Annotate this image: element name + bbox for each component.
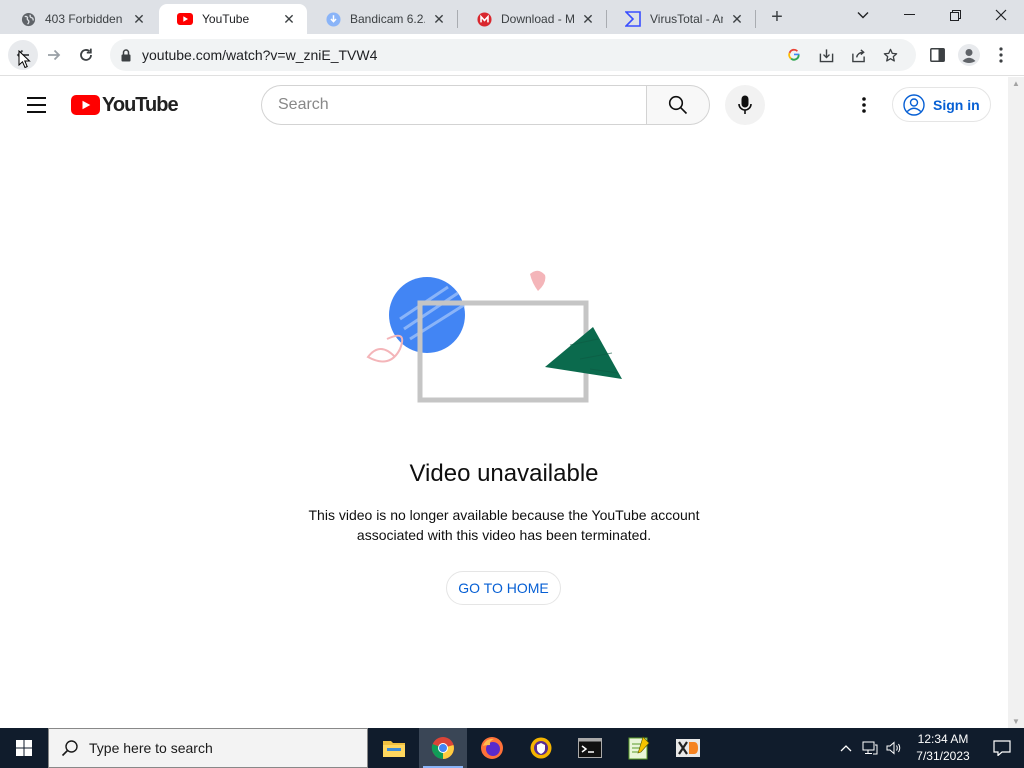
close-icon[interactable]: ✕ — [729, 11, 745, 27]
tab-title: Download - MEG — [501, 12, 574, 26]
tab-title: Bandicam 6.2.0. — [350, 12, 425, 26]
tab-strip: 403 Forbidden ✕ YouTube ✕ Bandicam 6.2.0… — [0, 0, 1024, 34]
youtube-play-icon — [71, 95, 100, 115]
taskbar-clock[interactable]: 12:34 AM 7/31/2023 — [906, 731, 980, 765]
network-icon[interactable] — [858, 741, 882, 755]
sign-in-label: Sign in — [933, 96, 980, 113]
more-vert-icon — [862, 97, 866, 113]
window-controls — [840, 0, 1024, 30]
url-text: youtube.com/watch?v=w_zniE_TVW4 — [142, 47, 378, 63]
sign-in-button[interactable]: Sign in — [892, 87, 991, 122]
address-bar[interactable]: youtube.com/watch?v=w_zniE_TVW4 — [110, 39, 916, 71]
share-icon[interactable] — [842, 39, 874, 71]
download-favicon — [325, 11, 341, 27]
forward-button[interactable] — [39, 40, 69, 70]
account-circle-icon — [903, 93, 925, 116]
tab-separator — [755, 10, 756, 28]
taskbar-file-explorer[interactable] — [370, 728, 418, 768]
taskbar-chrome[interactable] — [419, 728, 467, 768]
mega-favicon — [476, 11, 492, 27]
error-message: This video is no longer available becaus… — [308, 507, 700, 543]
search-input[interactable] — [278, 96, 647, 114]
taskbar-search-placeholder: Type here to search — [89, 740, 213, 756]
folder-icon — [383, 741, 405, 757]
tab-bandicam[interactable]: Bandicam 6.2.0. ✕ — [307, 4, 457, 34]
xampp-icon — [676, 739, 700, 757]
taskbar-xampp[interactable] — [664, 728, 712, 768]
search-icon — [668, 95, 688, 115]
microphone-icon — [738, 95, 752, 114]
firefox-icon — [481, 737, 503, 759]
taskbar-notepad-app[interactable] — [615, 728, 663, 768]
close-icon[interactable]: ✕ — [131, 11, 147, 27]
chrome-menu-button[interactable] — [986, 40, 1016, 70]
clock-date: 7/31/2023 — [916, 749, 970, 763]
taskbar-firefox[interactable] — [468, 728, 516, 768]
side-panel-button[interactable] — [922, 40, 952, 70]
lock-icon[interactable] — [110, 48, 142, 62]
clock-time: 12:34 AM — [917, 732, 969, 746]
virustotal-favicon — [625, 11, 641, 27]
tab-youtube[interactable]: YouTube ✕ — [159, 4, 307, 34]
tab-search-chevron-icon[interactable] — [840, 0, 886, 30]
youtube-page: YouTube Sign in Video unavailable This v… — [0, 77, 1008, 728]
close-icon[interactable]: ✕ — [431, 11, 447, 27]
new-tab-button[interactable]: + — [765, 6, 789, 28]
taskbar-brave[interactable] — [517, 728, 565, 768]
pink-squiggle-shape — [366, 334, 404, 363]
pink-leaf-shape — [530, 270, 546, 291]
scroll-down-arrow-icon[interactable]: ▼ — [1012, 717, 1020, 726]
start-button[interactable] — [0, 728, 48, 768]
close-icon[interactable]: ✕ — [281, 11, 297, 27]
taskbar-search-box[interactable]: Type here to search — [48, 728, 368, 768]
restore-button[interactable] — [932, 0, 978, 30]
tab-title: 403 Forbidden — [45, 12, 123, 26]
bookmark-star-icon[interactable] — [874, 39, 906, 71]
scroll-up-arrow-icon[interactable]: ▲ — [1012, 79, 1020, 88]
youtube-logo[interactable]: YouTube — [71, 93, 179, 116]
system-tray: 12:34 AM 7/31/2023 — [834, 728, 1024, 768]
search-icon — [61, 740, 78, 757]
minimize-button[interactable] — [886, 0, 932, 30]
browser-toolbar: youtube.com/watch?v=w_zniE_TVW4 — [0, 34, 1024, 76]
search-button[interactable] — [646, 85, 710, 125]
youtube-wordmark: YouTube — [102, 93, 179, 116]
windows-logo-icon — [16, 740, 32, 756]
error-title: Video unavailable — [409, 460, 599, 487]
chrome-icon — [431, 737, 454, 759]
tab-mega[interactable]: Download - MEG ✕ — [458, 4, 606, 34]
close-icon[interactable]: ✕ — [580, 11, 596, 27]
tab-title: YouTube — [202, 12, 250, 26]
go-to-home-button[interactable]: GO TO HOME — [446, 571, 561, 605]
tab-title: VirusTotal - Ana — [650, 12, 723, 26]
profile-avatar[interactable] — [954, 40, 984, 70]
vpn-shield-icon — [530, 737, 552, 759]
tab-403-forbidden[interactable]: 403 Forbidden ✕ — [2, 4, 157, 34]
chevron-up-icon[interactable] — [834, 744, 858, 752]
tab-virustotal[interactable]: VirusTotal - Ana ✕ — [607, 4, 755, 34]
youtube-favicon — [177, 11, 193, 27]
volume-icon[interactable] — [882, 741, 906, 755]
search-box[interactable] — [261, 85, 647, 125]
notifications-icon[interactable] — [980, 740, 1024, 756]
voice-search-button[interactable] — [725, 85, 765, 125]
youtube-header: YouTube Sign in — [0, 77, 1008, 133]
guide-menu-icon[interactable] — [20, 89, 52, 121]
terminal-icon — [578, 738, 602, 758]
mouse-cursor-icon — [18, 50, 31, 69]
install-app-icon[interactable] — [810, 39, 842, 71]
notepad-icon — [628, 736, 650, 760]
reload-button[interactable] — [71, 40, 101, 70]
globe-icon — [20, 11, 36, 27]
close-window-button[interactable] — [978, 0, 1024, 30]
video-unavailable-illustration — [366, 270, 622, 403]
windows-taskbar: Type here to search 12:34 AM 7/31/2023 — [0, 728, 1024, 768]
taskbar-terminal[interactable] — [566, 728, 614, 768]
google-lens-icon[interactable] — [778, 39, 810, 71]
page-scrollbar[interactable]: ▲ ▼ — [1008, 77, 1024, 728]
settings-more-button[interactable] — [848, 89, 880, 121]
